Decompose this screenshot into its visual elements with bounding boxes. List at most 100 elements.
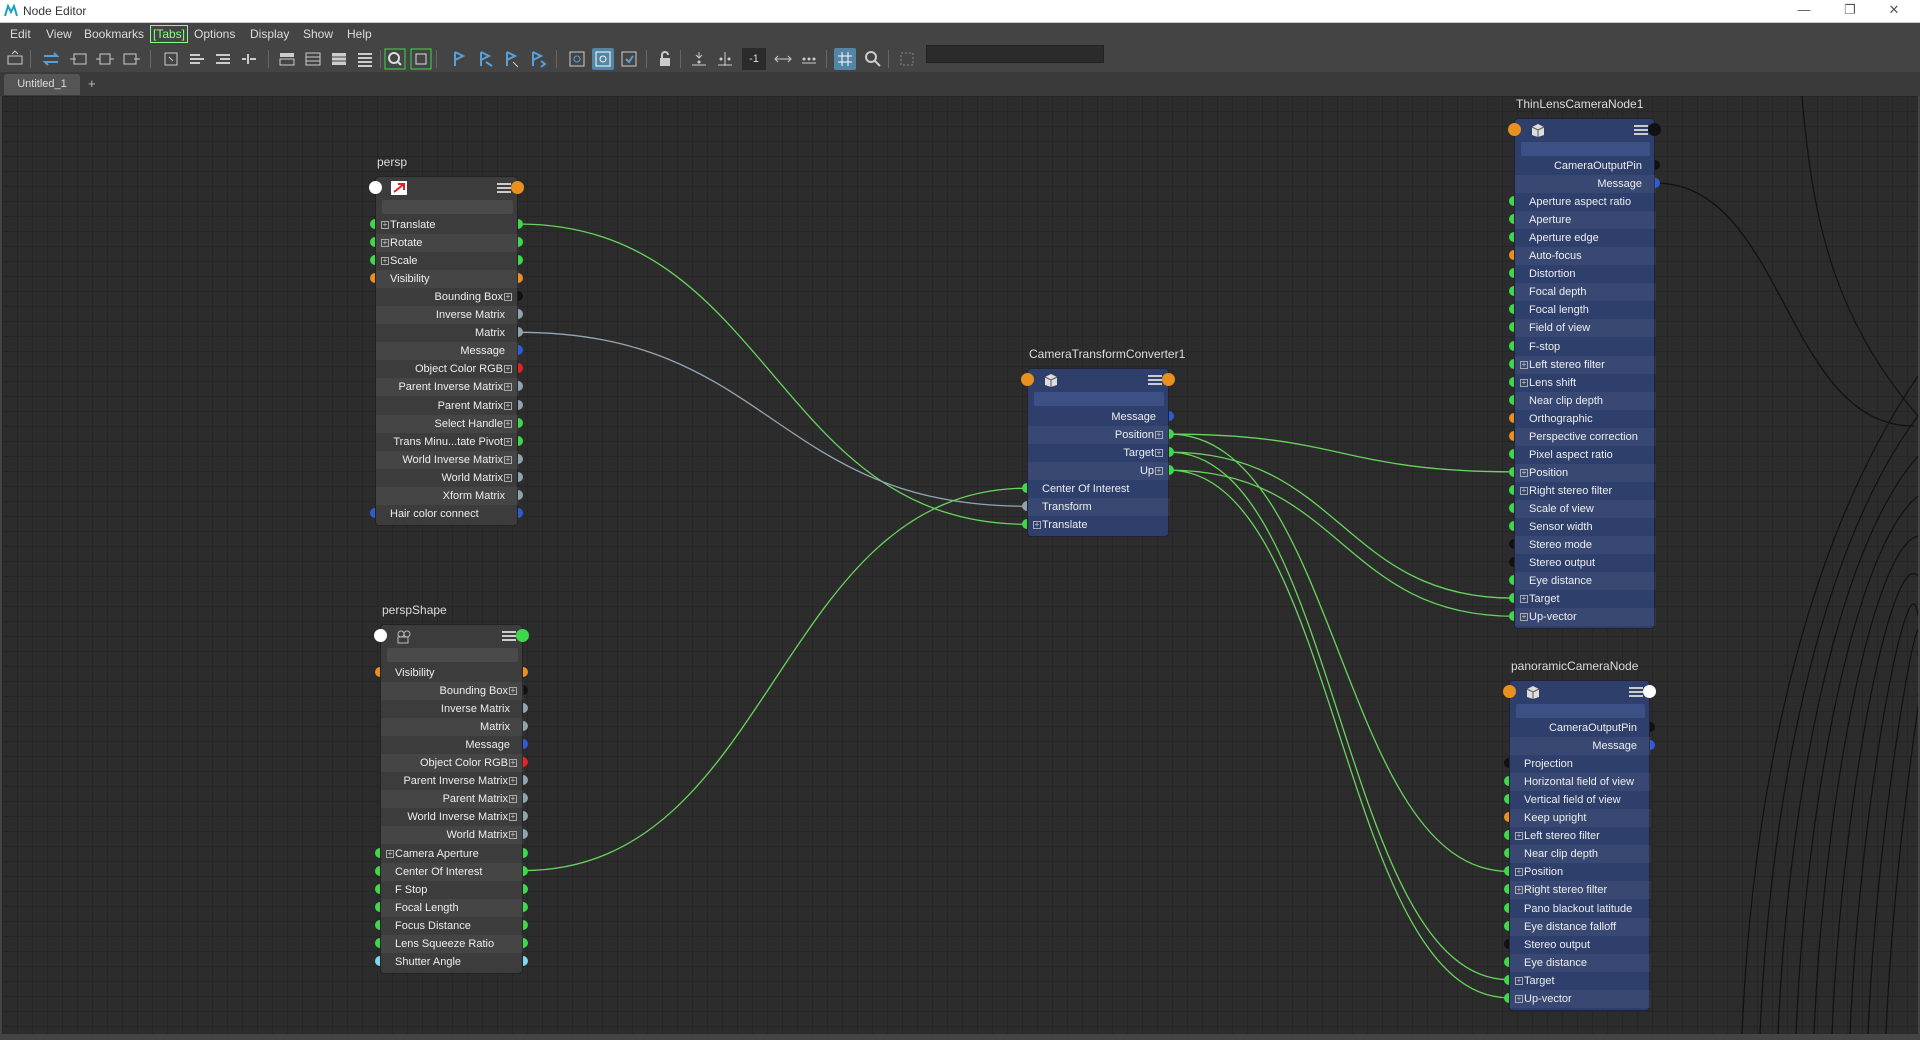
menu-bookmarks[interactable]: Bookmarks — [84, 27, 144, 41]
custom-view-icon[interactable] — [354, 48, 376, 70]
expand-compound-icon[interactable]: + — [504, 383, 512, 392]
node-attribute-filter[interactable] — [1516, 704, 1645, 718]
attribute-row[interactable]: + Up-vector — [1515, 608, 1656, 627]
expand-compound-icon[interactable]: + — [504, 293, 512, 302]
simple-view-icon[interactable] — [276, 48, 298, 70]
node-body[interactable]: Visibility + Bounding Box Inverse Matrix Mat… — [380, 624, 524, 974]
shrink-vertical-icon[interactable] — [688, 48, 710, 70]
menu-display[interactable]: Display — [250, 27, 289, 41]
node-attribute-filter[interactable] — [1521, 142, 1650, 156]
node-output-port[interactable] — [511, 181, 524, 194]
remove-selected-icon[interactable] — [212, 48, 234, 70]
node-graph-canvas[interactable]: persp + Translate + Rotate + Scale Visibility + B… — [2, 96, 1918, 1034]
attribute-row[interactable]: + Bounding Box — [381, 682, 524, 701]
expand-compound-icon[interactable]: + — [509, 777, 517, 786]
grid-snap-icon[interactable] — [834, 48, 856, 70]
add-selected-icon[interactable] — [186, 48, 208, 70]
attribute-row[interactable]: Matrix — [376, 324, 519, 342]
attribute-row[interactable]: F Stop — [381, 881, 524, 899]
expand-compound-icon[interactable]: + — [504, 401, 512, 410]
node-menu-icon[interactable] — [497, 183, 511, 193]
node-body[interactable]: + Translate + Rotate + Scale Visibility + Boundi… — [375, 176, 519, 526]
attribute-row[interactable]: + World Inverse Matrix — [376, 450, 519, 469]
attribute-row[interactable]: + Position — [1510, 863, 1651, 881]
expand-compound-icon[interactable]: + — [1155, 431, 1163, 440]
attribute-row[interactable]: Stereo output — [1515, 554, 1656, 572]
connection-wire[interactable] — [1168, 433, 1515, 473]
connection-wire[interactable] — [1168, 469, 1510, 999]
attribute-row[interactable]: + Parent Inverse Matrix — [381, 772, 524, 790]
attribute-row[interactable]: Xform Matrix — [376, 486, 519, 505]
next-pin-icon[interactable] — [526, 48, 548, 70]
expand-compound-icon[interactable]: + — [381, 257, 389, 266]
connection-wire[interactable] — [1168, 451, 1510, 981]
node-body[interactable]: CameraOutputPin Message Aperture aspect ra… — [1514, 118, 1656, 630]
frame-selected-icon[interactable] — [410, 48, 432, 70]
expand-compound-icon[interactable]: + — [1520, 486, 1528, 495]
expand-compound-icon[interactable]: + — [504, 455, 512, 464]
attribute-row[interactable]: Aperture aspect ratio — [1515, 193, 1656, 211]
expand-compound-icon[interactable]: + — [509, 795, 517, 804]
attribute-row[interactable]: + Right stereo filter — [1510, 881, 1651, 900]
add-tab-button[interactable]: + — [88, 76, 96, 91]
attribute-row[interactable]: + Object Color RGB — [381, 754, 524, 773]
search-icon[interactable] — [384, 48, 406, 70]
attribute-row[interactable]: Field of view — [1515, 319, 1656, 338]
connection-wire[interactable] — [522, 487, 1028, 872]
attribute-row[interactable]: + World Inverse Matrix — [381, 808, 524, 826]
node-attribute-filter[interactable] — [1034, 392, 1164, 406]
search-nodes-icon[interactable] — [862, 48, 884, 70]
attribute-row[interactable]: Scale of view — [1515, 499, 1656, 518]
offscreen-connection-wire[interactable] — [1777, 455, 1918, 1034]
expand-compound-icon[interactable]: + — [381, 221, 389, 229]
attribute-row[interactable]: + World Matrix — [376, 469, 519, 487]
expand-compound-icon[interactable]: + — [1515, 868, 1523, 877]
expand-compound-icon[interactable]: + — [509, 831, 517, 840]
attribute-row[interactable]: + Scale — [376, 252, 519, 270]
expand-compound-icon[interactable]: + — [1520, 595, 1528, 604]
attribute-row[interactable]: + Lens shift — [1515, 374, 1656, 392]
expand-compound-icon[interactable]: + — [386, 849, 394, 858]
node-input-port[interactable] — [1021, 373, 1034, 386]
attribute-row[interactable]: Focal Length — [381, 898, 524, 917]
expand-compound-icon[interactable]: + — [1520, 613, 1528, 622]
attribute-row[interactable]: + Translate — [376, 216, 519, 234]
attribute-row[interactable]: + Target — [1515, 590, 1656, 608]
shrink-horizontal-icon[interactable] — [772, 48, 794, 70]
node-attribute-filter[interactable] — [382, 200, 513, 214]
attribute-row[interactable]: Near clip depth — [1515, 391, 1656, 410]
pin-icon[interactable] — [448, 48, 470, 70]
attribute-row[interactable]: + Left stereo filter — [1510, 827, 1651, 845]
attribute-row[interactable]: Center Of Interest — [381, 862, 524, 881]
attribute-row[interactable]: + Object Color RGB — [376, 360, 519, 378]
snapshot-icon[interactable] — [566, 48, 588, 70]
attribute-row[interactable]: Perspective correction — [1515, 427, 1656, 446]
attribute-row[interactable]: Projection — [1510, 755, 1651, 773]
attribute-row[interactable]: Stereo output — [1510, 936, 1651, 954]
connection-wire[interactable] — [1168, 469, 1515, 617]
attribute-row[interactable]: Focal depth — [1515, 283, 1656, 302]
attribute-row[interactable]: + Parent Matrix — [381, 790, 524, 809]
offscreen-connection-wire[interactable] — [1801, 96, 1918, 417]
attribute-row[interactable]: + Trans Minu...tate Pivot — [376, 433, 519, 451]
menu-edit[interactable]: Edit — [10, 27, 31, 41]
menu-tabs[interactable]: [Tabs] — [150, 25, 189, 43]
expand-compound-icon[interactable]: + — [381, 239, 389, 248]
clear-graph-icon[interactable] — [160, 48, 182, 70]
attribute-row[interactable]: Eye distance — [1515, 572, 1656, 591]
node-header[interactable] — [1028, 369, 1168, 391]
attribute-row[interactable]: Distortion — [1515, 265, 1656, 283]
node-body[interactable]: Message + Position + Target + Up Center Of Inte… — [1027, 368, 1170, 538]
connection-wire[interactable] — [517, 223, 1028, 525]
attribute-row[interactable]: Inverse Matrix — [376, 306, 519, 325]
node-attribute-filter[interactable] — [387, 648, 518, 662]
menu-options[interactable]: Options — [194, 27, 235, 41]
attribute-row[interactable]: Message — [1515, 175, 1656, 194]
minimize-button[interactable]: — — [1790, 2, 1818, 20]
attribute-row[interactable]: + Position — [1515, 463, 1656, 482]
unpin-icon[interactable] — [500, 48, 522, 70]
graph-input-output-icon[interactable] — [4, 48, 26, 70]
offscreen-connection-wire[interactable] — [1813, 535, 1918, 1034]
expand-vertical-icon[interactable] — [714, 48, 736, 70]
attribute-row[interactable]: Pano blackout latitude — [1510, 900, 1651, 918]
